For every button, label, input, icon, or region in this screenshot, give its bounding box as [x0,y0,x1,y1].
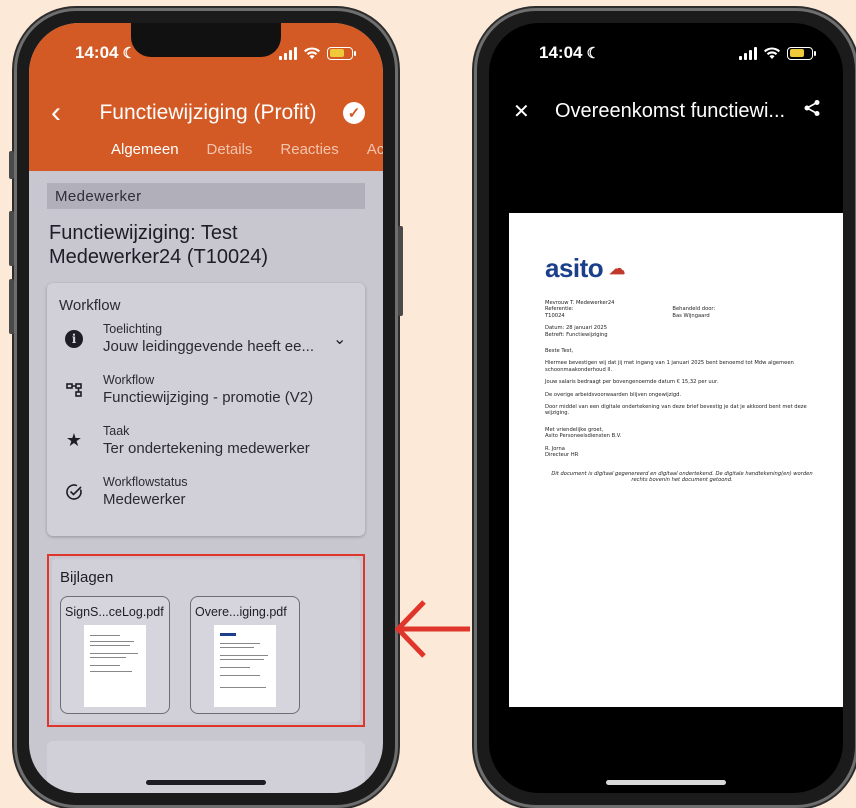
file-name: SignS...ceLog.pdf [65,605,164,619]
star-icon: ★ [65,430,83,450]
row-value: Ter ondertekening medewerker [103,440,310,457]
status-time: 14:04 [75,43,119,62]
wifi-icon [304,47,320,59]
side-button [398,226,403,316]
workflowstatus-row: Workflowstatus Medewerker [59,475,353,508]
attachment-file[interactable]: SignS...ceLog.pdf [60,596,170,714]
workflow-icon [59,382,89,398]
workflow-row: Workflow Functiewijziging - promotie (V2… [59,373,353,406]
attachments-title: Bijlagen [60,569,114,586]
moon-icon: ☾ [586,45,600,62]
pdf-document-page: asito ☁ Mevrouw T. Medewerker24 Referenti… [509,213,843,707]
signal-icon [739,46,757,60]
side-button [9,151,14,179]
doc-paragraph: De overige arbeidsvoorwaarden blijven on… [545,391,682,398]
row-label: Workflow [103,373,155,387]
file-thumbnail [214,625,276,707]
signal-icon [279,46,297,60]
doc-signer: R. Jorna [545,445,565,452]
record-heading: Functiewijziging: Test Medewerker24 (T10… [49,222,268,268]
red-arrow-icon [394,600,470,658]
right-screen: 14:04 ☾ ✕ Overeenkomst functiewi... asit… [489,23,843,793]
tab-details[interactable]: Details [207,141,253,171]
share-icon[interactable] [803,99,827,123]
doc-reference: T10024 [545,312,565,319]
row-label: Toelichting [103,322,163,336]
moon-icon: ☾ [122,45,136,62]
doc-handled-by: Bas Wijngaard [672,312,710,319]
main-content: Medewerker Functiewijziging: Test Medewe… [29,171,383,793]
workflow-card-title: Workflow [59,297,121,314]
row-label: Workflowstatus [103,475,188,489]
check-circle-icon [59,483,89,501]
battery-icon [787,46,816,60]
side-button [9,211,14,266]
home-indicator[interactable] [606,780,726,785]
back-arrow-icon[interactable]: ‹ [51,98,81,128]
info-icon: i [65,329,83,348]
row-value: Medewerker [103,491,186,508]
row-value: Jouw leidinggevende heeft ee... [103,338,314,355]
doc-signer-title: Directeur HR [545,452,579,459]
approve-check-icon[interactable]: ✓ [343,102,365,124]
file-name: Overe...iging.pdf [195,605,287,619]
tab-bar: Algemeen Details Reacties Actielog [111,141,383,171]
doc-footer: Dit document is digitaal gegenereerd en … [551,470,813,483]
left-screen: 14:04 ☾ ‹ Functiewijziging (Profit) ✓ Al… [29,23,383,793]
status-bar: 14:04 ☾ [539,41,816,65]
doc-paragraph: Hiermee bevestigen wij dat jij met ingan… [545,360,794,373]
app-bar: 14:04 ☾ ‹ Functiewijziging (Profit) ✓ Al… [29,23,383,171]
taak-row: ★ Taak Ter ondertekening medewerker [59,424,353,457]
doc-paragraph: Door middel van een digitale ondertekeni… [545,404,807,417]
row-value: Functiewijziging - promotie (V2) [103,389,314,406]
doc-subject: Betreft: Functiewijziging [545,331,608,338]
next-card [47,741,365,793]
attachments-card: Bijlagen SignS...ceLog.pdf Overe...iging… [52,559,360,722]
battery-icon [327,46,356,60]
attachments-highlight: Bijlagen SignS...ceLog.pdf Overe...iging… [47,554,365,727]
doc-handled-label: Behandeld door: [672,306,716,313]
attachment-file[interactable]: Overe...iging.pdf [190,596,300,714]
close-icon[interactable]: ✕ [513,99,541,124]
doc-date: Datum: 28 januari 2025 [545,325,607,332]
status-bar: 14:04 ☾ [75,41,356,65]
chevron-down-icon[interactable]: ⌄ [333,329,353,349]
doc-greeting: Beste Test, [545,348,574,355]
doc-recipient: Mevrouw T. Medewerker24 [545,300,615,306]
viewer-title: Overeenkomst functiewi... [555,99,786,122]
side-button [9,279,14,334]
left-phone-frame: 14:04 ☾ ‹ Functiewijziging (Profit) ✓ Al… [9,8,403,808]
page-title: Functiewijziging (Profit) [99,101,317,124]
doc-paragraph: Jouw salaris bedraagt per bovengenoemde … [545,379,719,386]
asito-logo: asito ☁ [545,253,625,283]
status-time: 14:04 [539,43,583,62]
file-thumbnail [84,625,146,707]
doc-closing: Met vriendelijke groet, [545,426,604,433]
wifi-icon [764,47,780,59]
doc-reference-label: Referentie: [545,306,574,313]
tab-actielog[interactable]: Actielog [367,141,383,171]
section-label: Medewerker [47,183,365,209]
tab-algemeen[interactable]: Algemeen [111,141,179,171]
toelichting-row[interactable]: i Toelichting Jouw leidinggevende heeft … [59,322,353,355]
tab-reacties[interactable]: Reacties [280,141,338,171]
doc-company: Asito Personeelsdiensten B.V. [545,433,622,440]
home-indicator[interactable] [146,780,266,785]
workflow-card: Workflow i Toelichting Jouw leidinggeven… [47,283,365,536]
right-phone-frame: 14:04 ☾ ✕ Overeenkomst functiewi... asit… [474,8,856,808]
row-label: Taak [103,424,130,438]
